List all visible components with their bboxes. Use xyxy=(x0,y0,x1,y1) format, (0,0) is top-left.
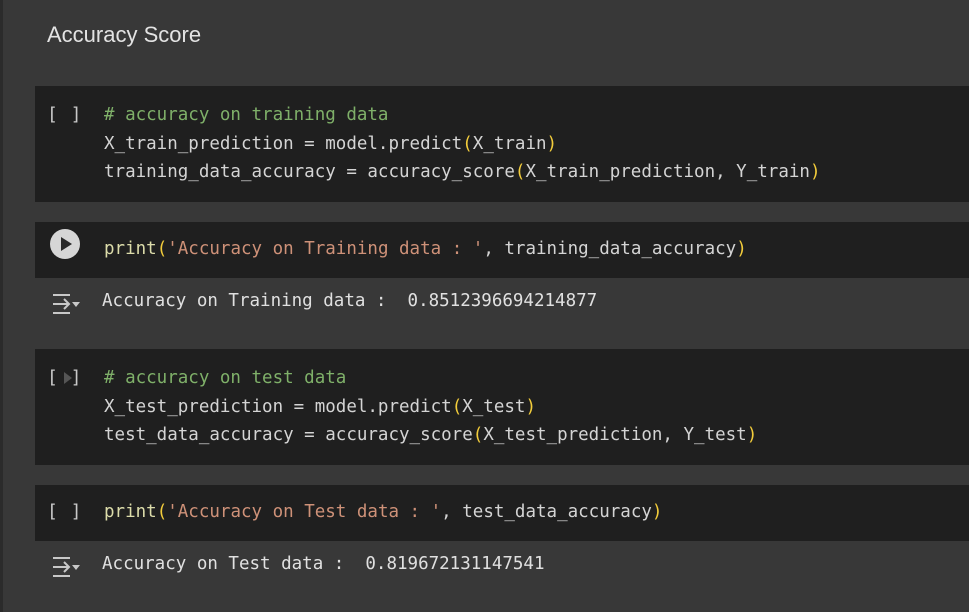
paren: ) xyxy=(525,396,536,417)
paren: ) xyxy=(546,133,558,154)
section-heading: Accuracy Score xyxy=(47,22,202,47)
code-text: X_train_prediction = model.predict xyxy=(104,133,463,154)
code-text: X_test_prediction = model.predict xyxy=(104,396,452,417)
paren: ( xyxy=(514,162,526,182)
cell-output-2: Accuracy on Training data : 0.8512396694… xyxy=(0,278,969,328)
cell-run-indicator[interactable]: [ ] xyxy=(47,501,87,522)
cell-run-indicator[interactable]: [ ] xyxy=(47,104,87,125)
code-text: test_data_accuracy = accuracy_score xyxy=(104,425,473,445)
paren: ( xyxy=(451,396,463,417)
paren: ) xyxy=(736,239,747,259)
paren: ( xyxy=(472,425,484,445)
code-comment: # accuracy on training data xyxy=(104,105,389,125)
code-editor[interactable]: print('Accuracy on Training data : ', tr… xyxy=(104,235,747,264)
code-text: , training_data_accuracy xyxy=(483,239,737,259)
output-toggle-icon[interactable] xyxy=(50,555,80,579)
code-function: print xyxy=(104,502,157,522)
code-text: X_train_prediction, Y_train xyxy=(525,162,810,182)
code-editor[interactable]: # accuracy on test data X_test_predictio… xyxy=(104,364,757,450)
play-circle-icon[interactable] xyxy=(50,229,80,259)
paren: ( xyxy=(462,133,473,154)
code-cell-4[interactable]: [ ] print('Accuracy on Test data : ', te… xyxy=(35,485,969,541)
code-string: 'Accuracy on Training data : ' xyxy=(167,239,484,259)
paren: ) xyxy=(651,502,663,522)
code-string: 'Accuracy on Test data : ' xyxy=(167,502,442,522)
code-editor[interactable]: print('Accuracy on Test data : ', test_d… xyxy=(104,498,662,527)
code-text: training_data_accuracy = accuracy_score xyxy=(104,162,515,182)
hover-play-icon[interactable] xyxy=(64,372,72,384)
cell-output-4: Accuracy on Test data : 0.81967213114754… xyxy=(0,541,969,591)
code-text: , test_data_accuracy xyxy=(441,502,652,522)
paren: ( xyxy=(156,502,168,522)
code-cell-3[interactable]: [ ] # accuracy on test data X_test_predi… xyxy=(35,349,969,465)
output-text: Accuracy on Training data : 0.8512396694… xyxy=(102,291,598,311)
paren: ) xyxy=(809,162,821,182)
code-text: X_test xyxy=(462,396,526,417)
code-comment: # accuracy on test data xyxy=(104,368,347,388)
code-text: X_test_prediction, Y_test xyxy=(483,425,747,445)
paren: ( xyxy=(156,239,168,259)
code-editor[interactable]: # accuracy on training data X_train_pred… xyxy=(104,101,820,187)
paren: ) xyxy=(746,425,758,445)
code-function: print xyxy=(104,239,157,259)
output-text: Accuracy on Test data : 0.81967213114754… xyxy=(102,554,545,574)
code-cell-1[interactable]: [ ] # accuracy on training data X_train_… xyxy=(35,86,969,202)
output-toggle-icon[interactable] xyxy=(50,292,80,316)
code-cell-2[interactable]: print('Accuracy on Training data : ', tr… xyxy=(35,222,969,278)
code-text: X_train xyxy=(472,133,547,154)
